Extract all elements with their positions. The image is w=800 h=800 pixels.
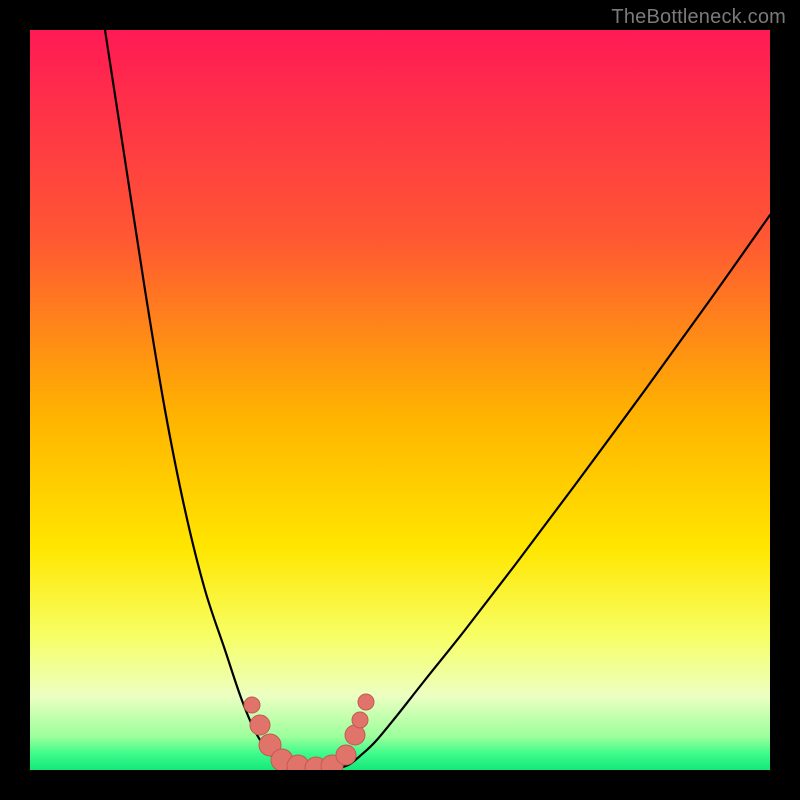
- curve-layer: [30, 30, 770, 770]
- curve-left: [105, 30, 292, 768]
- plot-area: [30, 30, 770, 770]
- marker-dot: [352, 712, 368, 728]
- marker-dot: [244, 697, 260, 713]
- marker-dot: [336, 745, 356, 765]
- chart-stage: TheBottleneck.com: [0, 0, 800, 800]
- marker-dot: [358, 694, 374, 710]
- bottom-markers: [244, 694, 374, 770]
- marker-dot: [250, 715, 270, 735]
- watermark-text: TheBottleneck.com: [611, 6, 786, 29]
- curve-right: [340, 215, 770, 768]
